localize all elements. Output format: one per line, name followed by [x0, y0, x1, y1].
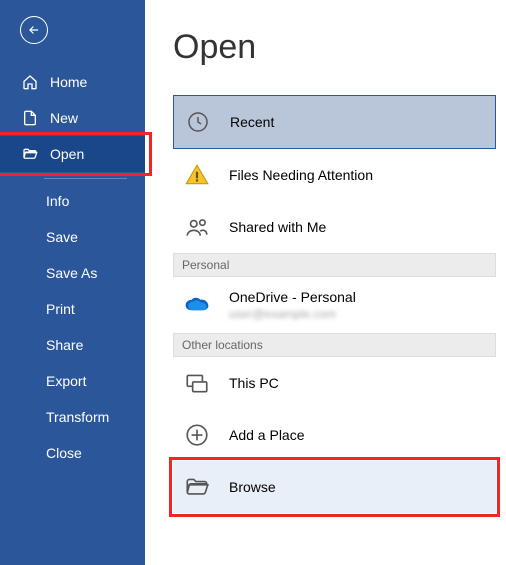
- nav-new[interactable]: New: [0, 100, 145, 136]
- folder-open-icon: [22, 146, 38, 162]
- add-icon: [183, 421, 211, 449]
- people-icon: [183, 213, 211, 241]
- nav-separator: [44, 178, 127, 179]
- nav-export[interactable]: Export: [0, 363, 145, 399]
- folder-icon: [183, 473, 211, 501]
- location-thispc-label: This PC: [229, 375, 279, 391]
- location-recent[interactable]: Recent: [173, 95, 496, 149]
- location-shared[interactable]: Shared with Me: [173, 201, 496, 253]
- nav-save[interactable]: Save: [0, 219, 145, 255]
- nav-home-label: Home: [50, 74, 87, 90]
- clock-icon: [184, 108, 212, 136]
- nav-open[interactable]: Open: [0, 136, 145, 172]
- nav-info[interactable]: Info: [0, 183, 145, 219]
- location-recent-label: Recent: [230, 114, 274, 130]
- location-addplace-label: Add a Place: [229, 427, 305, 443]
- section-other: Other locations: [173, 333, 496, 357]
- nav-saveas[interactable]: Save As: [0, 255, 145, 291]
- nav-print[interactable]: Print: [0, 291, 145, 327]
- back-button[interactable]: [20, 16, 48, 44]
- location-onedrive[interactable]: OneDrive - Personal user@example.com: [173, 277, 496, 333]
- section-personal: Personal: [173, 253, 496, 277]
- nav-share[interactable]: Share: [0, 327, 145, 363]
- location-attention-label: Files Needing Attention: [229, 167, 373, 183]
- nav-transform[interactable]: Transform: [0, 399, 145, 435]
- document-icon: [22, 110, 38, 126]
- main-panel: Open Recent Files Needing Attention Shar…: [145, 0, 506, 565]
- location-shared-label: Shared with Me: [229, 219, 326, 235]
- location-onedrive-account: user@example.com: [229, 307, 356, 321]
- nav-open-label: Open: [50, 146, 84, 162]
- sidebar: Home New Open Info Save Save As Print Sh…: [0, 0, 145, 565]
- location-onedrive-label: OneDrive - Personal: [229, 289, 356, 305]
- nav-new-label: New: [50, 110, 78, 126]
- onedrive-icon: [183, 291, 211, 319]
- location-browse[interactable]: Browse: [173, 461, 496, 513]
- page-title: Open: [173, 28, 496, 67]
- location-thispc[interactable]: This PC: [173, 357, 496, 409]
- nav-close[interactable]: Close: [0, 435, 145, 471]
- home-icon: [22, 74, 38, 90]
- location-addplace[interactable]: Add a Place: [173, 409, 496, 461]
- location-browse-label: Browse: [229, 479, 276, 495]
- warning-icon: [183, 161, 211, 189]
- pc-icon: [183, 369, 211, 397]
- nav-home[interactable]: Home: [0, 64, 145, 100]
- location-attention[interactable]: Files Needing Attention: [173, 149, 496, 201]
- arrow-left-icon: [27, 23, 41, 37]
